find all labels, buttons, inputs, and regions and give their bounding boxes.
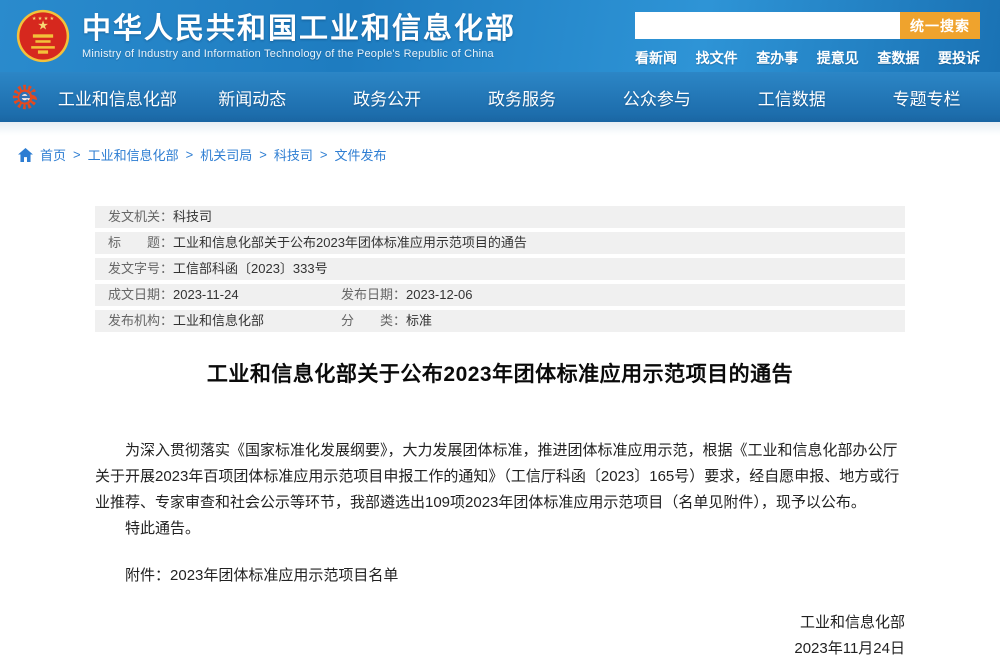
- nav-item-gov-disclosure[interactable]: 政务公开: [320, 85, 455, 110]
- breadcrumb-sci-tech-dept[interactable]: 科技司: [274, 145, 313, 164]
- meta-label: 成文日期：: [108, 287, 173, 302]
- document-content: 发文机关：科技司 标 题：工业和信息化部关于公布2023年团体标准应用示范项目的…: [95, 206, 905, 662]
- breadcrumb: 首页 > 工业和信息化部 > 机关司局 > 科技司 > 文件发布: [0, 136, 1000, 164]
- search-area: 统一搜索 看新闻 找文件 查办事 提意见 查数据 要投诉: [635, 0, 980, 68]
- document-title: 工业和信息化部关于公布2023年团体标准应用示范项目的通告: [95, 358, 905, 388]
- quick-link-complaint[interactable]: 要投诉: [938, 48, 980, 68]
- meta-row-publisher-category: 发布机构：工业和信息化部 分 类：标准: [95, 310, 905, 332]
- unified-search-button[interactable]: 统一搜索: [900, 12, 980, 39]
- document-body: 为深入贯彻落实《国家标准化发展纲要》，大力发展团体标准，推进团体标准应用示范，根…: [95, 438, 905, 662]
- breadcrumb-home[interactable]: 首页: [40, 145, 66, 164]
- signer-name: 工业和信息化部: [95, 610, 905, 636]
- meta-value: 工业和信息化部: [173, 313, 264, 328]
- breadcrumb-separator: >: [186, 147, 194, 162]
- home-icon[interactable]: [18, 148, 33, 162]
- meta-value: 科技司: [173, 209, 212, 224]
- meta-label: 发布日期：: [341, 287, 406, 302]
- nav-item-miit-data[interactable]: 工信数据: [724, 85, 859, 110]
- breadcrumb-document-release[interactable]: 文件发布: [334, 145, 386, 164]
- meta-value: 2023-12-06: [406, 287, 473, 302]
- meta-value: 工业和信息化部关于公布2023年团体标准应用示范项目的通告: [173, 235, 527, 250]
- meta-row-doc-number: 发文字号：工信部科函〔2023〕333号: [95, 258, 905, 280]
- miit-logo-icon: [10, 80, 44, 114]
- quick-link-services[interactable]: 查办事: [756, 48, 798, 68]
- meta-label: 分 类：: [341, 313, 406, 328]
- signature-block: 工业和信息化部 2023年11月24日: [95, 610, 905, 662]
- sign-date: 2023年11月24日: [95, 636, 905, 662]
- svg-text:★ ★ ★ ★: ★ ★ ★ ★: [32, 16, 55, 22]
- meta-row-title: 标 题：工业和信息化部关于公布2023年团体标准应用示范项目的通告: [95, 232, 905, 254]
- meta-value: 标准: [406, 313, 432, 328]
- quick-link-feedback[interactable]: 提意见: [817, 48, 859, 68]
- attachment-link[interactable]: 2023年团体标准应用示范项目名单: [170, 567, 398, 584]
- meta-value: 2023-11-24: [173, 287, 239, 302]
- meta-label: 标 题：: [108, 235, 173, 250]
- meta-label: 发文字号：: [108, 261, 173, 276]
- paragraph-2: 特此通告。: [95, 516, 905, 542]
- breadcrumb-separator: >: [320, 147, 328, 162]
- nav-item-special-topics[interactable]: 专题专栏: [859, 85, 994, 110]
- national-emblem-icon: ★ ★ ★ ★ ★: [16, 9, 70, 63]
- nav-item-gov-services[interactable]: 政务服务: [455, 85, 590, 110]
- nav-shadow-band: [0, 122, 1000, 136]
- ministry-title-en: Ministry of Industry and Information Tec…: [82, 48, 516, 60]
- search-input[interactable]: [635, 12, 900, 39]
- document-meta-table: 发文机关：科技司 标 题：工业和信息化部关于公布2023年团体标准应用示范项目的…: [95, 206, 905, 332]
- breadcrumb-separator: >: [259, 147, 267, 162]
- search-row: 统一搜索: [635, 12, 980, 39]
- nav-item-home[interactable]: 工业和信息化部: [50, 85, 185, 110]
- breadcrumb-departments[interactable]: 机关司局: [200, 145, 252, 164]
- nav-item-news[interactable]: 新闻动态: [185, 85, 320, 110]
- meta-value: 工信部科函〔2023〕333号: [173, 261, 328, 276]
- quick-link-data[interactable]: 查数据: [877, 48, 919, 68]
- main-nav: 工业和信息化部 新闻动态 政务公开 政务服务 公众参与 工信数据 专题专栏: [0, 72, 1000, 122]
- breadcrumb-separator: >: [73, 147, 81, 162]
- brand-text: 中华人民共和国工业和信息化部 Ministry of Industry and …: [82, 13, 516, 60]
- meta-label: 发文机关：: [108, 209, 173, 224]
- attachment-label: 附件：: [125, 567, 170, 584]
- quick-links: 看新闻 找文件 查办事 提意见 查数据 要投诉: [635, 48, 980, 68]
- meta-row-dates: 成文日期：2023-11-24 发布日期：2023-12-06: [95, 284, 905, 306]
- breadcrumb-ministry[interactable]: 工业和信息化部: [88, 145, 179, 164]
- page: ★ ★ ★ ★ ★ 中华人民共和国工业和信息化部 Ministry of Ind…: [0, 0, 1000, 666]
- quick-link-files[interactable]: 找文件: [696, 48, 738, 68]
- meta-row-issuing-dept: 发文机关：科技司: [95, 206, 905, 228]
- meta-label: 发布机构：: [108, 313, 173, 328]
- quick-link-news[interactable]: 看新闻: [635, 48, 677, 68]
- paragraph-1: 为深入贯彻落实《国家标准化发展纲要》，大力发展团体标准，推进团体标准应用示范，根…: [95, 438, 905, 516]
- site-brand[interactable]: ★ ★ ★ ★ ★ 中华人民共和国工业和信息化部 Ministry of Ind…: [16, 9, 516, 63]
- attachment-line: 附件：2023年团体标准应用示范项目名单: [95, 563, 905, 589]
- site-header: ★ ★ ★ ★ ★ 中华人民共和国工业和信息化部 Ministry of Ind…: [0, 0, 1000, 72]
- ministry-title-cn: 中华人民共和国工业和信息化部: [82, 13, 516, 45]
- nav-item-participation[interactable]: 公众参与: [589, 85, 724, 110]
